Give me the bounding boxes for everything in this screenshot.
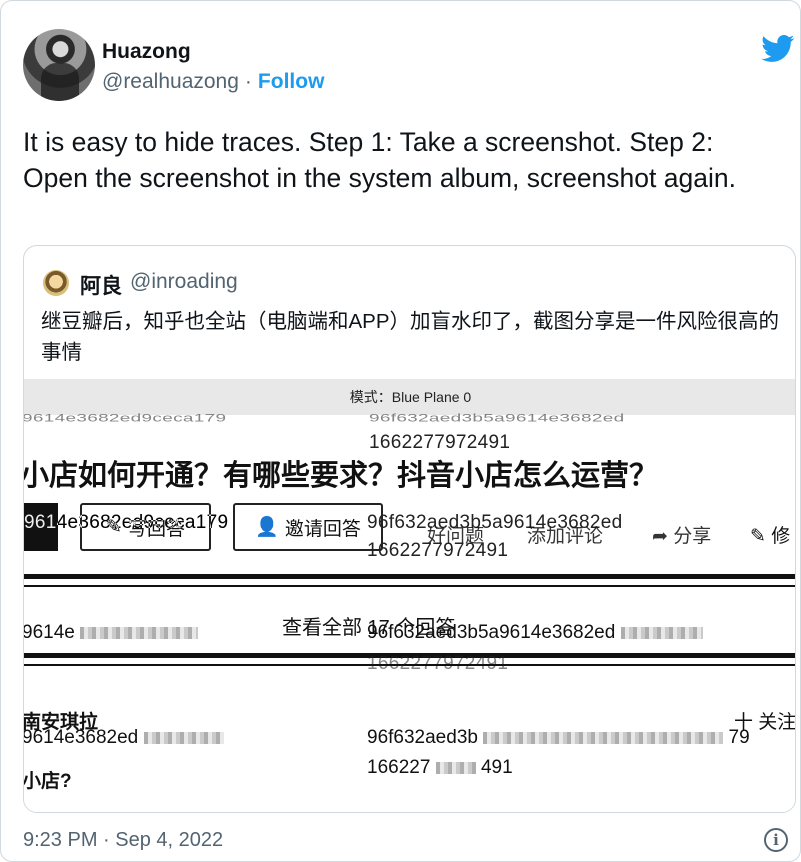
- add-comment-action[interactable]: 添加评论: [527, 521, 603, 548]
- share-icon: ➦: [652, 526, 668, 547]
- tweet-card[interactable]: Huazong @realhuazong · Follow It is easy…: [0, 0, 801, 862]
- separator-dot: ·: [244, 70, 252, 93]
- add-comment-label: 添加评论: [527, 526, 604, 547]
- author-handle-row: @realhuazong · Follow: [102, 70, 324, 94]
- share-label: 分享: [673, 526, 712, 547]
- invite-answer-button[interactable]: 👤 邀请回答: [233, 503, 383, 551]
- info-icon[interactable]: i: [764, 828, 788, 852]
- hash-fragment-b: 96f632aed3b: [367, 727, 478, 748]
- blur-mask: [435, 761, 476, 774]
- twitter-bird-icon[interactable]: [761, 35, 795, 63]
- quoted-author-avatar: [43, 270, 69, 296]
- follow-author-label: 关注: [758, 712, 796, 733]
- divider-thin-1: [24, 585, 795, 587]
- hash-tail: 79: [728, 727, 750, 748]
- blur-mask: [620, 626, 703, 639]
- quoted-tweet[interactable]: 阿良 @inroading 继豆瓣后，知乎也全站（电脑端和APP）加盲水印了，截…: [23, 245, 796, 813]
- quoted-author-name: 阿良: [80, 275, 122, 298]
- blur-mask: [143, 731, 224, 744]
- hash-fragment-a: 9614e3682ed: [24, 727, 139, 748]
- hash-short-1: 9614e: [24, 622, 75, 643]
- blurred-hash-left-2: 9614e3682ed: [24, 727, 224, 749]
- watermark-timestamp-2: 1662277972491: [367, 540, 509, 561]
- modify-label: 修: [771, 526, 791, 547]
- question-headline: 小店如何开通？有哪些要求？抖音小店怎么运营？: [24, 460, 659, 492]
- follow-button[interactable]: Follow: [258, 70, 325, 94]
- watermark-hash-top-right: 96f632aed3b5a9614e3682ed: [369, 412, 625, 425]
- divider-thin-2: [24, 664, 795, 666]
- hash-right-1: 96f632aed3b5a9614e3682ed: [367, 622, 616, 643]
- quoted-author-handle: @inroading: [130, 270, 238, 293]
- author-handle[interactable]: @realhuazong: [102, 70, 239, 94]
- blur-mask: [80, 626, 199, 639]
- ts-tail: 491: [480, 757, 513, 778]
- tweet-text: It is easy to hide traces. Step 1: Take …: [23, 127, 736, 193]
- author-name[interactable]: Huazong: [102, 40, 191, 64]
- divider-thick-1: [24, 574, 795, 579]
- blurred-timestamp: 166227 491: [367, 757, 513, 779]
- author-avatar[interactable]: [23, 29, 95, 101]
- watermark-hash-row2-left: 9614e3682ed9ceca179: [24, 512, 229, 533]
- watermark-hash-top-left: 9614e3682ed9ceca179: [24, 412, 227, 425]
- edit-pencil-icon: ✎: [750, 526, 766, 547]
- tweet-timestamp[interactable]: 9:23 PM · Sep 4, 2022: [23, 829, 223, 852]
- answer-snippet: 小店?: [24, 771, 72, 792]
- modify-action[interactable]: ✎ 修: [750, 521, 790, 548]
- mode-label: 模式：Blue Plane 0: [24, 379, 795, 415]
- share-action[interactable]: ➦ 分享: [652, 521, 711, 548]
- blur-mask: [483, 731, 724, 744]
- invite-answer-label: 邀请回答: [284, 518, 361, 540]
- watermark-timestamp-1: 1662277972491: [369, 432, 511, 453]
- quoted-screenshot-image[interactable]: 模式：Blue Plane 0 9614e3682ed9ceca179 96f6…: [24, 379, 796, 812]
- blurred-hash-right-2: 96f632aed3b 79: [367, 727, 750, 749]
- invite-user-icon: 👤: [255, 517, 279, 538]
- quoted-tweet-text: 继豆瓣后，知乎也全站（电脑端和APP）加盲水印了，截图分享是一件风险很高的事情: [41, 310, 780, 364]
- blurred-hash-right-1: 96f632aed3b5a9614e3682ed: [367, 622, 703, 644]
- blurred-hash-left-1: 9614e: [24, 622, 199, 644]
- ts-fragment: 166227: [367, 757, 431, 778]
